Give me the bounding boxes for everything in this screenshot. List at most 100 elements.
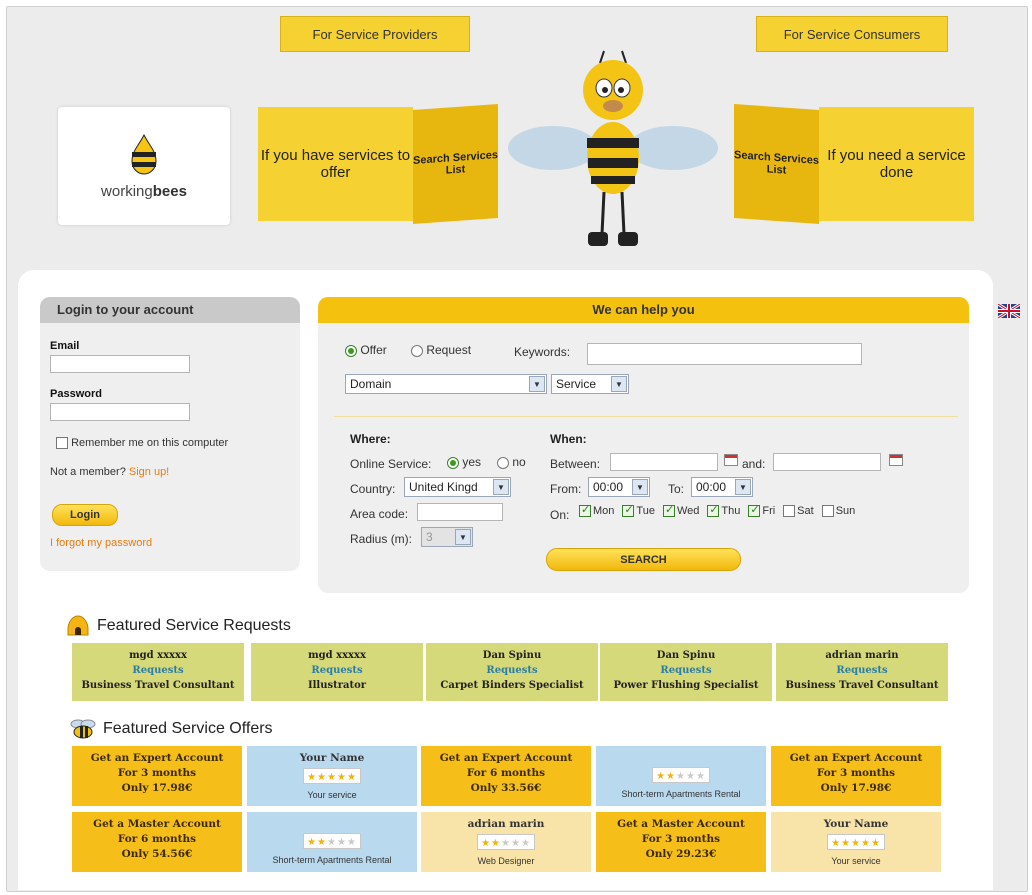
day-option[interactable]: Fri bbox=[748, 503, 775, 518]
consumer-box-face[interactable]: If you need a service done bbox=[819, 107, 974, 221]
star-icon: ★ bbox=[346, 837, 357, 848]
request-link[interactable]: Requests bbox=[72, 663, 244, 678]
offer-name: Your Name bbox=[299, 752, 365, 764]
chevron-down-icon: ▼ bbox=[632, 479, 648, 495]
star-icon: ★ bbox=[841, 838, 852, 849]
from-time-select[interactable]: 00:00 ▼ bbox=[588, 477, 650, 497]
day-checkbox[interactable] bbox=[707, 503, 720, 518]
offer-card[interactable]: ★★★★★ Short-term Apartments Rental bbox=[247, 812, 417, 872]
to-time-select[interactable]: 00:00 ▼ bbox=[691, 477, 753, 497]
star-icon: ★ bbox=[317, 772, 328, 783]
request-card[interactable]: adrian marin Requests Business Travel Cons… bbox=[776, 643, 948, 701]
star-icon: ★ bbox=[317, 837, 328, 848]
consumer-search-services-link[interactable]: Search Services List bbox=[734, 104, 819, 224]
signup-link[interactable]: Sign up! bbox=[129, 466, 169, 478]
star-icon: ★ bbox=[327, 837, 337, 848]
chevron-down-icon: ▼ bbox=[455, 529, 471, 545]
request-card[interactable]: Dan Spinu Requests Power Flushing Speciali… bbox=[600, 643, 772, 701]
day-label: Sat bbox=[797, 505, 814, 517]
req-name: adrian marin bbox=[825, 650, 899, 661]
day-checkbox[interactable] bbox=[662, 503, 675, 518]
request-card[interactable]: mgd xxxxx Requests Illustrator bbox=[251, 643, 423, 701]
keywords-input[interactable] bbox=[587, 343, 862, 365]
service-select-value: Service bbox=[556, 377, 597, 391]
day-option[interactable]: Tue bbox=[622, 503, 655, 518]
login-panel: Login to your account bbox=[40, 297, 300, 571]
tab-service-consumers[interactable]: For Service Consumers bbox=[756, 16, 948, 52]
req-name: mgd xxxxx bbox=[308, 650, 366, 661]
request-link[interactable]: Requests bbox=[426, 663, 598, 678]
star-icon: ★ bbox=[510, 838, 521, 849]
day-option[interactable]: Mon bbox=[579, 503, 614, 518]
remember-me-checkbox[interactable] bbox=[56, 437, 68, 450]
day-checkbox[interactable] bbox=[579, 503, 591, 518]
offer-card[interactable]: adrian marin ★★★★★ Web Designer bbox=[421, 812, 591, 872]
day-checkbox[interactable] bbox=[783, 505, 796, 518]
forgot-password-link[interactable]: I forgot my password bbox=[50, 537, 152, 549]
login-button[interactable]: Login bbox=[52, 504, 118, 526]
days-row: Mon Tue Wed Thu Fri Sat Sun bbox=[579, 503, 863, 518]
search-button[interactable]: SEARCH bbox=[546, 548, 741, 571]
offer-card[interactable]: Your Name ★★★★★ Your service bbox=[247, 746, 417, 806]
tab-service-providers[interactable]: For Service Providers bbox=[280, 16, 470, 52]
account-promo-card[interactable]: Get a Master Account For 6 months Only 54.… bbox=[72, 812, 242, 872]
from-label: From: bbox=[550, 482, 582, 496]
star-icon: ★ bbox=[346, 772, 357, 783]
request-card[interactable]: mgd xxxxx Requests Business Travel Consult… bbox=[72, 643, 244, 701]
to-time-value: 00:00 bbox=[696, 480, 727, 494]
req-service: Carpet Binders Specialist bbox=[440, 680, 584, 691]
country-select[interactable]: United Kingd ▼ bbox=[404, 477, 511, 497]
request-link[interactable]: Requests bbox=[600, 663, 772, 678]
provider-search-services-link[interactable]: Search Services List bbox=[413, 104, 498, 224]
account-promo-card[interactable]: Get an Expert Account For 6 months Only 33… bbox=[421, 746, 591, 806]
logo-text-bold: bees bbox=[152, 182, 187, 200]
between-start-input[interactable] bbox=[610, 453, 718, 471]
online-yes-radio[interactable] bbox=[447, 456, 459, 469]
promo-line: Get a Master Account bbox=[93, 818, 221, 830]
account-promo-card[interactable]: Get an Expert Account For 3 months Only 17… bbox=[72, 746, 242, 806]
email-field[interactable] bbox=[50, 355, 190, 373]
chevron-down-icon: ▼ bbox=[611, 376, 627, 392]
between-label: Between: bbox=[550, 457, 601, 471]
consumer-box[interactable]: Search Services List If you need a servi… bbox=[734, 104, 974, 224]
provider-box-face[interactable]: If you have services to offer bbox=[258, 107, 413, 221]
area-code-input[interactable] bbox=[417, 503, 503, 521]
request-card[interactable]: Dan Spinu Requests Carpet Binders Speciali… bbox=[426, 643, 598, 701]
online-no-radio[interactable] bbox=[497, 456, 509, 469]
calendar-icon[interactable] bbox=[889, 454, 903, 466]
day-option[interactable]: Sat bbox=[783, 505, 814, 518]
provider-box[interactable]: If you have services to offer Search Ser… bbox=[258, 104, 498, 224]
request-radio[interactable] bbox=[411, 344, 423, 357]
star-icon: ★ bbox=[327, 772, 337, 783]
day-option[interactable]: Wed bbox=[662, 503, 699, 518]
logo[interactable]: workingbees bbox=[58, 107, 230, 225]
radius-select[interactable]: 3 ▼ bbox=[421, 527, 473, 547]
domain-select[interactable]: Domain ▼ bbox=[345, 374, 547, 394]
offer-card[interactable]: Your Name ★★★★★ Your service bbox=[771, 812, 941, 872]
uk-flag-icon[interactable] bbox=[998, 304, 1020, 318]
service-select[interactable]: Service ▼ bbox=[551, 374, 629, 394]
featured-offers-title: Featured Service Offers bbox=[103, 720, 273, 737]
day-checkbox[interactable] bbox=[821, 505, 834, 518]
day-checkbox[interactable] bbox=[748, 503, 761, 518]
account-promo-card[interactable]: Get an Expert Account For 3 months Only 17… bbox=[771, 746, 941, 806]
day-checkbox[interactable] bbox=[622, 503, 635, 518]
country-select-value: United Kingd bbox=[409, 480, 478, 494]
offer-service: Your service bbox=[307, 790, 357, 800]
online-yes-label: yes bbox=[462, 455, 482, 469]
calendar-icon[interactable] bbox=[724, 454, 738, 466]
between-end-input[interactable] bbox=[773, 453, 881, 471]
day-option[interactable]: Sun bbox=[821, 505, 855, 518]
offer-service: Web Designer bbox=[477, 856, 535, 866]
request-link[interactable]: Requests bbox=[776, 663, 948, 678]
promo-line: For 3 months bbox=[641, 833, 721, 845]
star-icon: ★ bbox=[860, 838, 871, 849]
request-link[interactable]: Requests bbox=[251, 663, 423, 678]
account-promo-card[interactable]: Get a Master Account For 3 months Only 29.… bbox=[596, 812, 766, 872]
promo-line: Get an Expert Account bbox=[789, 752, 923, 764]
request-label: Request bbox=[426, 343, 472, 357]
offer-card[interactable]: ★★★★★ Short-term Apartments Rental bbox=[596, 746, 766, 806]
password-field[interactable] bbox=[50, 403, 190, 421]
day-option[interactable]: Thu bbox=[707, 503, 740, 518]
offer-radio[interactable] bbox=[345, 344, 357, 357]
